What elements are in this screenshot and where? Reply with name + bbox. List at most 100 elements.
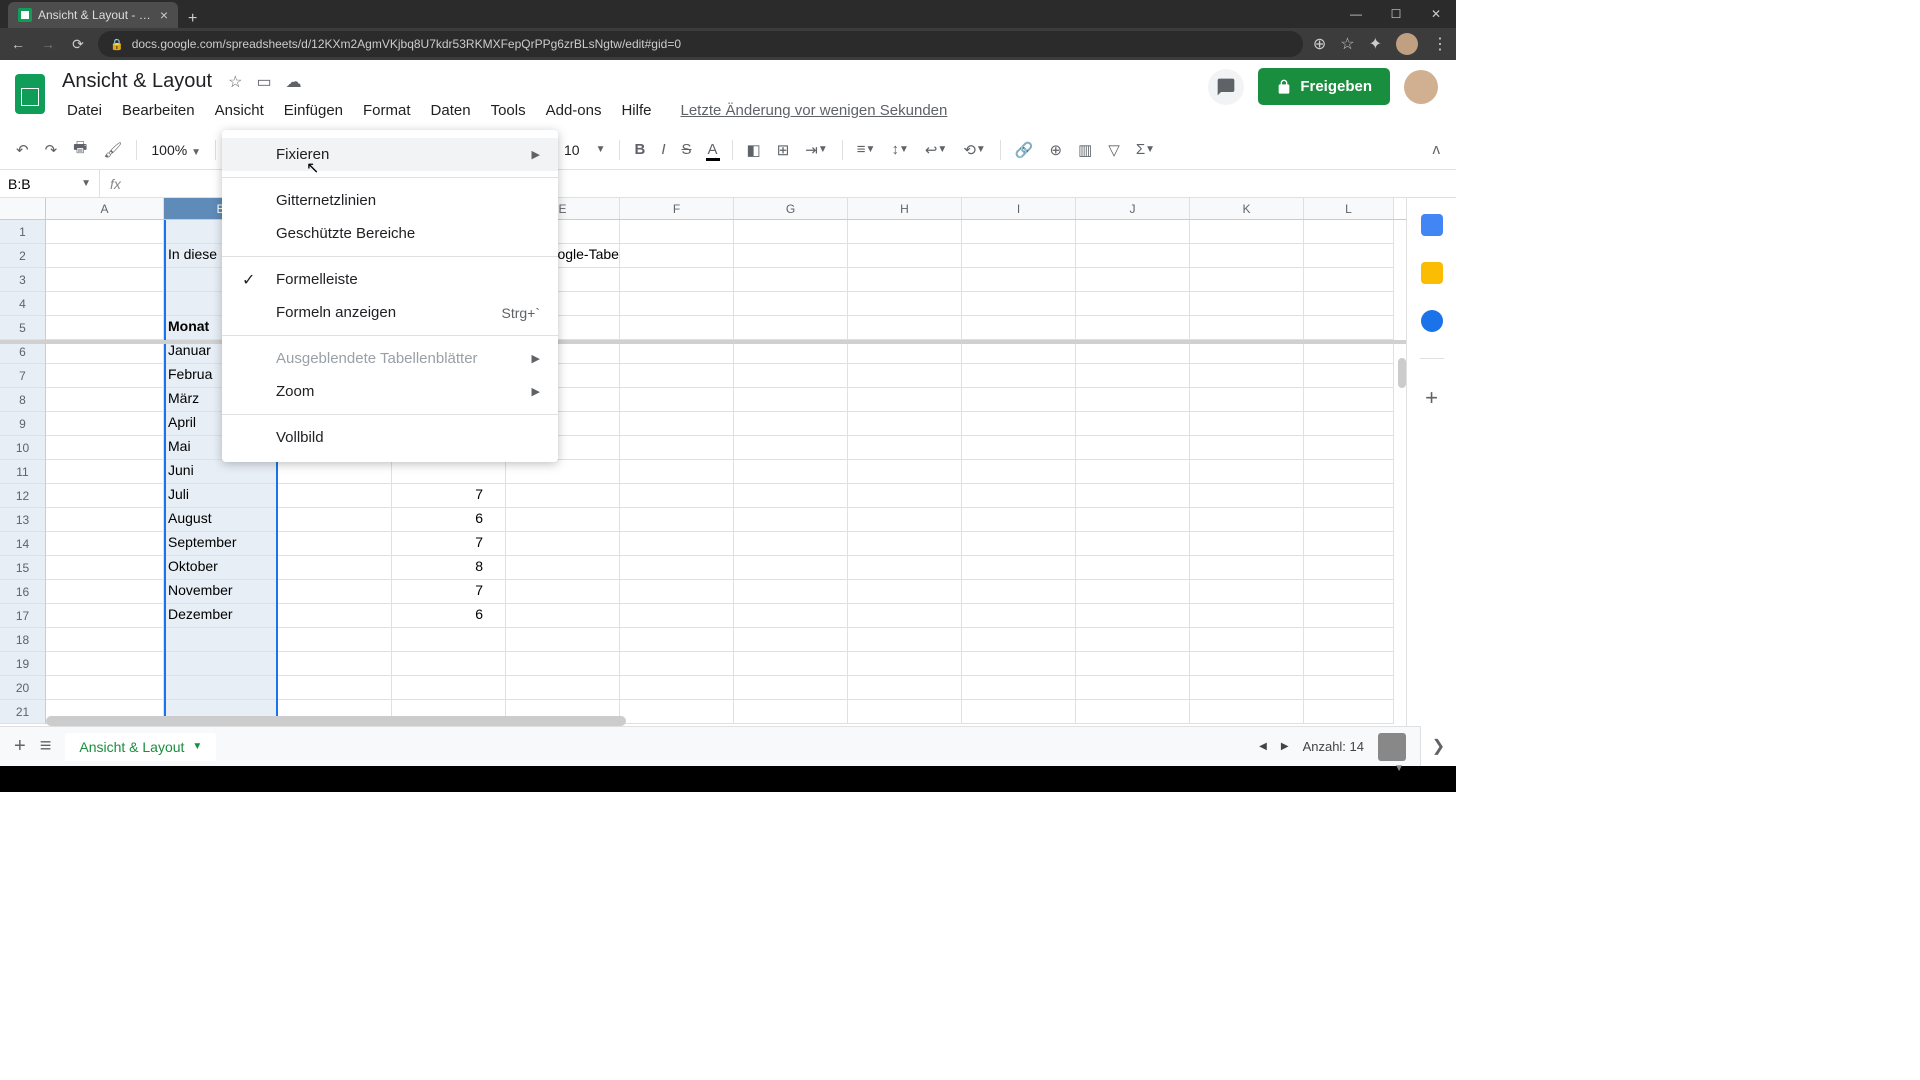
row-header-11[interactable]: 11 — [0, 460, 45, 484]
cell[interactable] — [1190, 484, 1304, 508]
cell[interactable] — [1076, 364, 1190, 388]
cell[interactable] — [848, 316, 962, 340]
menu-edit[interactable]: Bearbeiten — [113, 97, 204, 124]
cell[interactable] — [620, 436, 734, 460]
cell[interactable] — [848, 340, 962, 364]
filter-button[interactable]: ▽ — [1102, 137, 1126, 163]
cell[interactable] — [506, 628, 620, 652]
cell[interactable] — [1076, 388, 1190, 412]
cell[interactable] — [734, 292, 848, 316]
cell[interactable] — [1190, 316, 1304, 340]
cell[interactable] — [1304, 628, 1394, 652]
cell[interactable] — [1190, 556, 1304, 580]
cell[interactable] — [848, 652, 962, 676]
cell[interactable] — [620, 340, 734, 364]
zoom-dropdown[interactable]: 100% ▼ — [145, 142, 207, 158]
cell[interactable] — [278, 484, 392, 508]
cell[interactable] — [1190, 604, 1304, 628]
window-close-button[interactable]: ✕ — [1416, 0, 1456, 28]
row-header-19[interactable]: 19 — [0, 652, 45, 676]
cell[interactable] — [46, 364, 164, 388]
row-header-20[interactable]: 20 — [0, 676, 45, 700]
cell[interactable] — [734, 508, 848, 532]
cell[interactable] — [962, 652, 1076, 676]
h-align-button[interactable]: ≡ ▼ — [851, 137, 882, 162]
horizontal-scrollbar[interactable] — [46, 716, 626, 726]
cell[interactable] — [278, 604, 392, 628]
cell[interactable] — [962, 484, 1076, 508]
cell[interactable] — [46, 484, 164, 508]
cell[interactable] — [46, 556, 164, 580]
cell[interactable] — [1304, 700, 1394, 724]
cell[interactable] — [620, 244, 734, 268]
cell[interactable] — [1076, 604, 1190, 628]
fill-color-button[interactable]: ◧ — [741, 137, 767, 163]
cell[interactable] — [1076, 340, 1190, 364]
cell[interactable] — [620, 700, 734, 724]
cell[interactable] — [734, 676, 848, 700]
cell[interactable] — [848, 508, 962, 532]
cell[interactable] — [1190, 364, 1304, 388]
cell[interactable] — [962, 532, 1076, 556]
cell[interactable]: 7 — [392, 580, 506, 604]
cell[interactable]: 7 — [392, 484, 506, 508]
cell[interactable]: 7 — [392, 532, 506, 556]
font-size-dropdown[interactable]: 10 — [558, 142, 586, 158]
cell[interactable] — [620, 316, 734, 340]
cell[interactable] — [1304, 388, 1394, 412]
zoom-icon[interactable]: ⊕ — [1313, 34, 1326, 54]
cell[interactable]: September — [164, 532, 278, 556]
row-header-5[interactable]: 5 — [0, 316, 45, 340]
comment-insert-button[interactable]: ⊕ — [1044, 137, 1069, 163]
text-color-button[interactable]: A — [702, 137, 724, 162]
cell[interactable] — [46, 532, 164, 556]
cell[interactable] — [734, 412, 848, 436]
cell[interactable] — [962, 412, 1076, 436]
cell[interactable] — [506, 460, 620, 484]
chart-button[interactable]: ▥ — [1072, 137, 1098, 163]
cell[interactable] — [506, 484, 620, 508]
cell[interactable] — [1190, 652, 1304, 676]
cell[interactable] — [506, 652, 620, 676]
row-header-3[interactable]: 3 — [0, 268, 45, 292]
cell[interactable] — [962, 220, 1076, 244]
cell[interactable] — [46, 412, 164, 436]
cell[interactable] — [1190, 508, 1304, 532]
browser-menu-icon[interactable]: ⋮ — [1432, 34, 1448, 54]
cell[interactable] — [1076, 436, 1190, 460]
select-all-corner[interactable] — [0, 198, 46, 219]
cell[interactable] — [620, 580, 734, 604]
row-header-1[interactable]: 1 — [0, 220, 45, 244]
cell[interactable] — [620, 628, 734, 652]
cell[interactable] — [278, 628, 392, 652]
bookmark-icon[interactable]: ☆ — [1340, 34, 1354, 54]
comments-button[interactable] — [1208, 69, 1244, 105]
cell[interactable] — [1304, 316, 1394, 340]
cell[interactable] — [734, 652, 848, 676]
add-sheet-button[interactable]: + — [14, 735, 26, 758]
cell[interactable] — [1304, 580, 1394, 604]
menu-item-zoom[interactable]: Zoom ▶ — [222, 375, 558, 408]
cell[interactable] — [46, 460, 164, 484]
cell[interactable] — [620, 508, 734, 532]
cell[interactable] — [164, 628, 278, 652]
row-header-7[interactable]: 7 — [0, 364, 45, 388]
row-header-14[interactable]: 14 — [0, 532, 45, 556]
cell[interactable]: 8 — [392, 556, 506, 580]
cell[interactable] — [734, 460, 848, 484]
cell[interactable] — [46, 580, 164, 604]
cell[interactable] — [734, 244, 848, 268]
cell[interactable] — [962, 388, 1076, 412]
cell[interactable] — [46, 676, 164, 700]
cell[interactable] — [848, 436, 962, 460]
cell[interactable] — [848, 604, 962, 628]
cell[interactable] — [848, 532, 962, 556]
nav-reload-button[interactable]: ⟳ — [68, 36, 88, 53]
name-box[interactable]: B:B ▼ — [0, 170, 100, 197]
cell[interactable] — [278, 532, 392, 556]
cell[interactable] — [620, 364, 734, 388]
cell[interactable] — [962, 604, 1076, 628]
row-header-17[interactable]: 17 — [0, 604, 45, 628]
cell[interactable] — [1190, 340, 1304, 364]
menu-item-fixieren[interactable]: Fixieren ▶ — [222, 138, 558, 171]
